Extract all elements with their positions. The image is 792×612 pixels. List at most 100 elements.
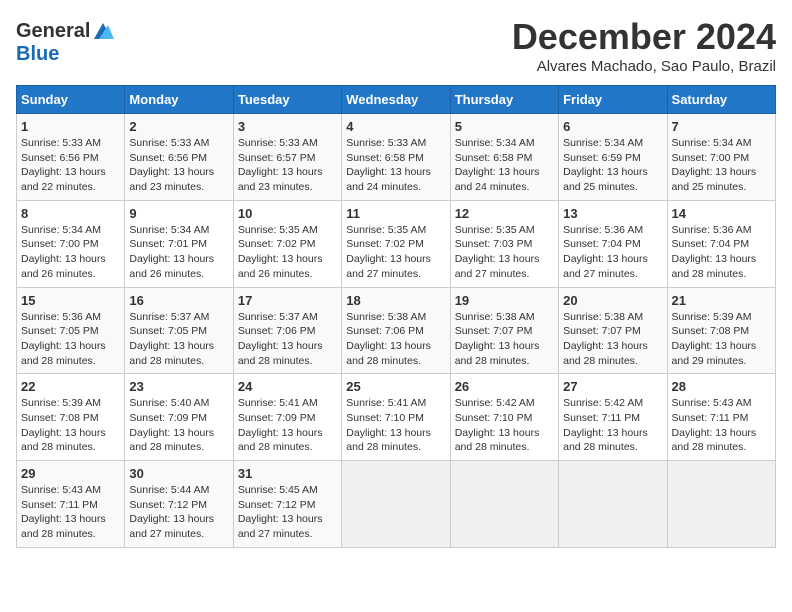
header-monday: Monday: [125, 86, 233, 114]
day-cell: 15 Sunrise: 5:36 AMSunset: 7:05 PMDaylig…: [17, 287, 125, 374]
day-info: Sunrise: 5:34 AMSunset: 6:58 PMDaylight:…: [455, 136, 554, 195]
day-info: Sunrise: 5:37 AMSunset: 7:05 PMDaylight:…: [129, 310, 228, 369]
day-cell: 4 Sunrise: 5:33 AMSunset: 6:58 PMDayligh…: [342, 114, 450, 201]
day-cell: 12 Sunrise: 5:35 AMSunset: 7:03 PMDaylig…: [450, 200, 558, 287]
day-cell: 23 Sunrise: 5:40 AMSunset: 7:09 PMDaylig…: [125, 374, 233, 461]
day-info: Sunrise: 5:34 AMSunset: 7:00 PMDaylight:…: [21, 223, 120, 282]
day-cell: 29 Sunrise: 5:43 AMSunset: 7:11 PMDaylig…: [17, 461, 125, 548]
day-number: 5: [455, 119, 554, 134]
day-cell: 21 Sunrise: 5:39 AMSunset: 7:08 PMDaylig…: [667, 287, 775, 374]
day-info: Sunrise: 5:33 AMSunset: 6:58 PMDaylight:…: [346, 136, 445, 195]
day-cell: 6 Sunrise: 5:34 AMSunset: 6:59 PMDayligh…: [559, 114, 667, 201]
day-number: 14: [672, 206, 771, 221]
day-number: 3: [238, 119, 337, 134]
day-info: Sunrise: 5:39 AMSunset: 7:08 PMDaylight:…: [21, 396, 120, 455]
day-number: 25: [346, 379, 445, 394]
day-cell: 19 Sunrise: 5:38 AMSunset: 7:07 PMDaylig…: [450, 287, 558, 374]
day-number: 20: [563, 293, 662, 308]
day-number: 12: [455, 206, 554, 221]
day-number: 9: [129, 206, 228, 221]
day-number: 31: [238, 466, 337, 481]
day-cell: 20 Sunrise: 5:38 AMSunset: 7:07 PMDaylig…: [559, 287, 667, 374]
day-info: Sunrise: 5:33 AMSunset: 6:56 PMDaylight:…: [21, 136, 120, 195]
day-cell: 25 Sunrise: 5:41 AMSunset: 7:10 PMDaylig…: [342, 374, 450, 461]
table-row: 29 Sunrise: 5:43 AMSunset: 7:11 PMDaylig…: [17, 461, 776, 548]
day-cell: 13 Sunrise: 5:36 AMSunset: 7:04 PMDaylig…: [559, 200, 667, 287]
location-text: Alvares Machado, Sao Paulo, Brazil: [512, 58, 776, 75]
day-cell: 8 Sunrise: 5:34 AMSunset: 7:00 PMDayligh…: [17, 200, 125, 287]
day-cell: 27 Sunrise: 5:42 AMSunset: 7:11 PMDaylig…: [559, 374, 667, 461]
table-row: 15 Sunrise: 5:36 AMSunset: 7:05 PMDaylig…: [17, 287, 776, 374]
day-number: 6: [563, 119, 662, 134]
day-number: 15: [21, 293, 120, 308]
page-header: General Blue December 2024 Alvares Macha…: [16, 16, 776, 75]
header-tuesday: Tuesday: [233, 86, 341, 114]
day-cell: 7 Sunrise: 5:34 AMSunset: 7:00 PMDayligh…: [667, 114, 775, 201]
day-cell: 24 Sunrise: 5:41 AMSunset: 7:09 PMDaylig…: [233, 374, 341, 461]
day-number: 18: [346, 293, 445, 308]
day-info: Sunrise: 5:36 AMSunset: 7:05 PMDaylight:…: [21, 310, 120, 369]
day-info: Sunrise: 5:35 AMSunset: 7:03 PMDaylight:…: [455, 223, 554, 282]
day-number: 27: [563, 379, 662, 394]
header-friday: Friday: [559, 86, 667, 114]
day-number: 8: [21, 206, 120, 221]
day-info: Sunrise: 5:36 AMSunset: 7:04 PMDaylight:…: [672, 223, 771, 282]
day-cell: 1 Sunrise: 5:33 AMSunset: 6:56 PMDayligh…: [17, 114, 125, 201]
day-cell: 9 Sunrise: 5:34 AMSunset: 7:01 PMDayligh…: [125, 200, 233, 287]
day-info: Sunrise: 5:35 AMSunset: 7:02 PMDaylight:…: [346, 223, 445, 282]
day-cell: 10 Sunrise: 5:35 AMSunset: 7:02 PMDaylig…: [233, 200, 341, 287]
day-number: 16: [129, 293, 228, 308]
header-thursday: Thursday: [450, 86, 558, 114]
day-info: Sunrise: 5:44 AMSunset: 7:12 PMDaylight:…: [129, 483, 228, 542]
day-number: 26: [455, 379, 554, 394]
empty-cell: [342, 461, 450, 548]
day-info: Sunrise: 5:39 AMSunset: 7:08 PMDaylight:…: [672, 310, 771, 369]
empty-cell: [559, 461, 667, 548]
day-cell: 22 Sunrise: 5:39 AMSunset: 7:08 PMDaylig…: [17, 374, 125, 461]
day-info: Sunrise: 5:42 AMSunset: 7:11 PMDaylight:…: [563, 396, 662, 455]
day-info: Sunrise: 5:40 AMSunset: 7:09 PMDaylight:…: [129, 396, 228, 455]
day-number: 7: [672, 119, 771, 134]
day-number: 21: [672, 293, 771, 308]
calendar-body: 1 Sunrise: 5:33 AMSunset: 6:56 PMDayligh…: [17, 114, 776, 548]
table-row: 8 Sunrise: 5:34 AMSunset: 7:00 PMDayligh…: [17, 200, 776, 287]
logo-blue-text: Blue: [16, 43, 59, 66]
day-cell: 28 Sunrise: 5:43 AMSunset: 7:11 PMDaylig…: [667, 374, 775, 461]
logo: General Blue: [16, 20, 114, 66]
day-number: 11: [346, 206, 445, 221]
day-info: Sunrise: 5:38 AMSunset: 7:07 PMDaylight:…: [455, 310, 554, 369]
header-saturday: Saturday: [667, 86, 775, 114]
calendar-table: Sunday Monday Tuesday Wednesday Thursday…: [16, 85, 776, 548]
header-wednesday: Wednesday: [342, 86, 450, 114]
day-info: Sunrise: 5:34 AMSunset: 6:59 PMDaylight:…: [563, 136, 662, 195]
empty-cell: [667, 461, 775, 548]
day-info: Sunrise: 5:43 AMSunset: 7:11 PMDaylight:…: [21, 483, 120, 542]
day-number: 19: [455, 293, 554, 308]
title-area: December 2024 Alvares Machado, Sao Paulo…: [512, 16, 776, 75]
day-info: Sunrise: 5:37 AMSunset: 7:06 PMDaylight:…: [238, 310, 337, 369]
day-number: 2: [129, 119, 228, 134]
day-info: Sunrise: 5:33 AMSunset: 6:56 PMDaylight:…: [129, 136, 228, 195]
day-info: Sunrise: 5:38 AMSunset: 7:06 PMDaylight:…: [346, 310, 445, 369]
day-info: Sunrise: 5:41 AMSunset: 7:10 PMDaylight:…: [346, 396, 445, 455]
day-cell: 2 Sunrise: 5:33 AMSunset: 6:56 PMDayligh…: [125, 114, 233, 201]
day-number: 1: [21, 119, 120, 134]
table-row: 22 Sunrise: 5:39 AMSunset: 7:08 PMDaylig…: [17, 374, 776, 461]
day-number: 17: [238, 293, 337, 308]
day-info: Sunrise: 5:34 AMSunset: 7:00 PMDaylight:…: [672, 136, 771, 195]
logo-icon: [92, 21, 114, 43]
day-number: 28: [672, 379, 771, 394]
day-number: 4: [346, 119, 445, 134]
day-cell: 17 Sunrise: 5:37 AMSunset: 7:06 PMDaylig…: [233, 287, 341, 374]
month-title: December 2024: [512, 16, 776, 58]
empty-cell: [450, 461, 558, 548]
day-info: Sunrise: 5:41 AMSunset: 7:09 PMDaylight:…: [238, 396, 337, 455]
calendar-header: Sunday Monday Tuesday Wednesday Thursday…: [17, 86, 776, 114]
day-info: Sunrise: 5:38 AMSunset: 7:07 PMDaylight:…: [563, 310, 662, 369]
day-cell: 18 Sunrise: 5:38 AMSunset: 7:06 PMDaylig…: [342, 287, 450, 374]
day-cell: 11 Sunrise: 5:35 AMSunset: 7:02 PMDaylig…: [342, 200, 450, 287]
day-cell: 30 Sunrise: 5:44 AMSunset: 7:12 PMDaylig…: [125, 461, 233, 548]
day-info: Sunrise: 5:36 AMSunset: 7:04 PMDaylight:…: [563, 223, 662, 282]
day-info: Sunrise: 5:45 AMSunset: 7:12 PMDaylight:…: [238, 483, 337, 542]
day-info: Sunrise: 5:34 AMSunset: 7:01 PMDaylight:…: [129, 223, 228, 282]
